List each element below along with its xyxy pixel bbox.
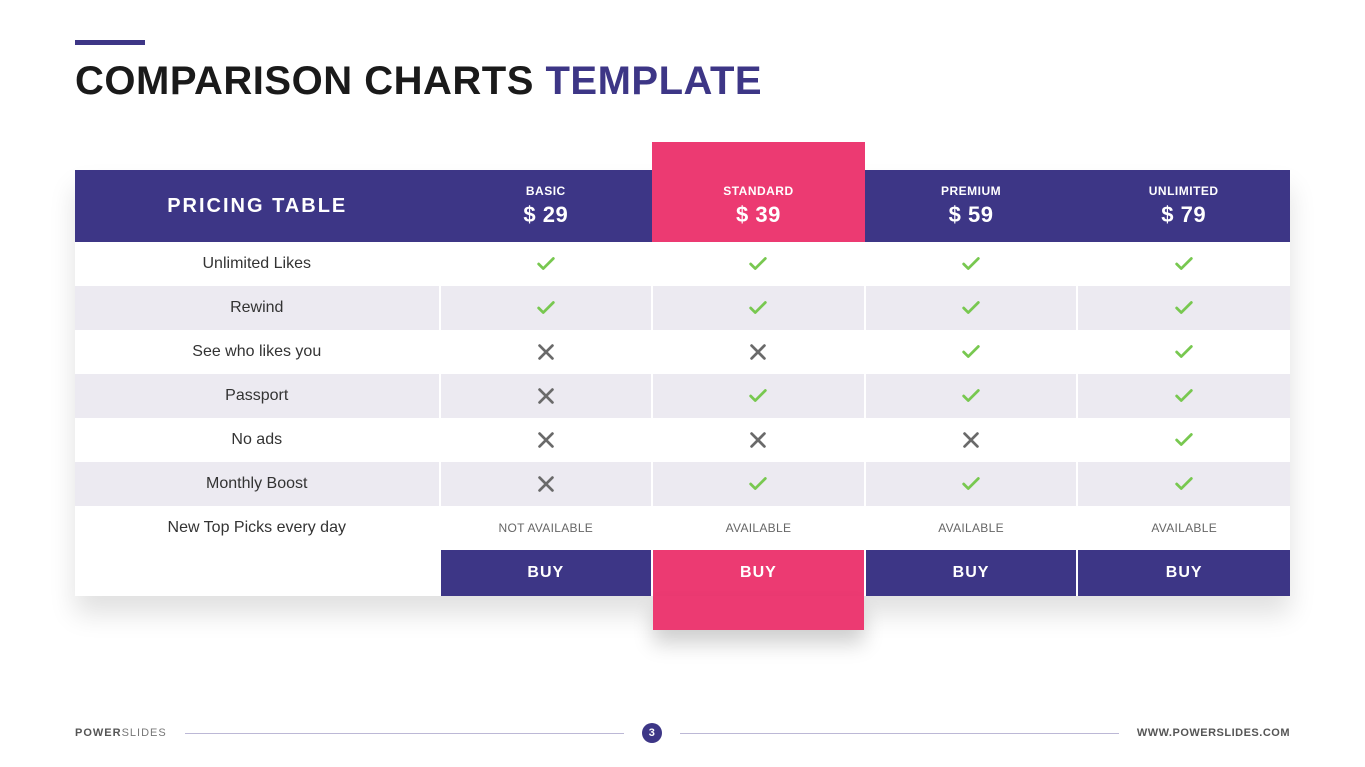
feature-cell	[1077, 286, 1290, 330]
feature-cell	[652, 418, 865, 462]
check-icon	[960, 341, 982, 363]
feature-cell	[440, 374, 653, 418]
feature-label: Unlimited Likes	[75, 242, 440, 286]
feature-cell	[652, 462, 865, 506]
slide-footer: POWERSLIDES 3 WWW.POWERSLIDES.COM	[0, 723, 1365, 743]
table-row: Passport	[75, 374, 1290, 418]
check-icon	[1173, 473, 1195, 495]
table-row: See who likes you	[75, 330, 1290, 374]
plan-name-standard: STANDARD	[660, 184, 857, 198]
feature-cell	[652, 286, 865, 330]
page-title: COMPARISON CHARTS TEMPLATE	[75, 59, 1290, 104]
plan-price-premium: $ 59	[873, 202, 1070, 228]
footer-divider-left	[185, 733, 624, 734]
plan-header-basic: BASIC $ 29	[440, 170, 653, 242]
check-icon	[960, 253, 982, 275]
buy-button-standard[interactable]: BUY	[652, 550, 865, 596]
table-row: Monthly Boost	[75, 462, 1290, 506]
feature-cell: NOT AVAILABLE	[440, 506, 653, 550]
feature-cell	[440, 330, 653, 374]
feature-cell	[440, 242, 653, 286]
feature-cell	[865, 330, 1078, 374]
feature-cell	[440, 286, 653, 330]
plan-price-basic: $ 29	[448, 202, 645, 228]
check-icon	[960, 385, 982, 407]
buy-button-unlimited[interactable]: BUY	[1077, 550, 1290, 596]
feature-label: Rewind	[75, 286, 440, 330]
footer-brand: POWERSLIDES	[75, 727, 167, 739]
pricing-table-wrap: PRICING TABLE BASIC $ 29 STANDARD $ 39 P…	[75, 142, 1290, 630]
buy-button-basic[interactable]: BUY	[440, 550, 653, 596]
page-number: 3	[642, 723, 662, 743]
check-icon	[535, 253, 557, 275]
check-icon	[960, 473, 982, 495]
buy-button-premium[interactable]: BUY	[865, 550, 1078, 596]
cross-icon	[747, 429, 769, 451]
check-icon	[747, 473, 769, 495]
plan-name-basic: BASIC	[448, 184, 645, 198]
footer-divider-right	[680, 733, 1119, 734]
cross-icon	[535, 385, 557, 407]
plan-price-standard: $ 39	[660, 202, 857, 228]
feature-label: No ads	[75, 418, 440, 462]
feature-cell	[440, 418, 653, 462]
cross-icon	[535, 341, 557, 363]
pricing-table: PRICING TABLE BASIC $ 29 STANDARD $ 39 P…	[75, 170, 1290, 596]
plan-name-premium: PREMIUM	[873, 184, 1070, 198]
check-icon	[747, 253, 769, 275]
feature-cell	[865, 418, 1078, 462]
feature-cell	[865, 242, 1078, 286]
feature-cell: AVAILABLE	[1077, 506, 1290, 550]
feature-cell	[1077, 462, 1290, 506]
feature-cell	[1077, 374, 1290, 418]
feature-cell	[865, 462, 1078, 506]
cross-icon	[747, 341, 769, 363]
cross-icon	[535, 429, 557, 451]
title-accent-bar	[75, 40, 145, 45]
plan-header-standard: STANDARD $ 39	[652, 170, 865, 242]
feature-label: See who likes you	[75, 330, 440, 374]
feature-cell	[652, 330, 865, 374]
footer-url: WWW.POWERSLIDES.COM	[1137, 727, 1290, 739]
plan-price-unlimited: $ 79	[1085, 202, 1282, 228]
plan-header-unlimited: UNLIMITED $ 79	[1077, 170, 1290, 242]
cross-icon	[960, 429, 982, 451]
check-icon	[1173, 429, 1195, 451]
check-icon	[1173, 297, 1195, 319]
feature-cell	[865, 286, 1078, 330]
feature-cell	[652, 242, 865, 286]
plan-name-unlimited: UNLIMITED	[1085, 184, 1282, 198]
table-row: No ads	[75, 418, 1290, 462]
check-icon	[1173, 385, 1195, 407]
feature-cell	[865, 374, 1078, 418]
feature-label: New Top Picks every day	[75, 506, 440, 550]
feature-label: Monthly Boost	[75, 462, 440, 506]
check-icon	[535, 297, 557, 319]
check-icon	[747, 297, 769, 319]
buy-row-spacer	[75, 550, 440, 596]
footer-brand-light: SLIDES	[122, 727, 167, 739]
feature-cell	[1077, 418, 1290, 462]
pricing-table-heading: PRICING TABLE	[75, 170, 440, 242]
title-part2: TEMPLATE	[545, 59, 762, 103]
title-part1: COMPARISON CHARTS	[75, 59, 545, 103]
feature-cell	[652, 374, 865, 418]
table-row: New Top Picks every dayNOT AVAILABLEAVAI…	[75, 506, 1290, 550]
feature-label: Passport	[75, 374, 440, 418]
cross-icon	[535, 473, 557, 495]
feature-cell: AVAILABLE	[652, 506, 865, 550]
check-icon	[960, 297, 982, 319]
feature-cell: AVAILABLE	[865, 506, 1078, 550]
table-row: Rewind	[75, 286, 1290, 330]
feature-cell	[1077, 242, 1290, 286]
feature-cell	[440, 462, 653, 506]
feature-cell	[1077, 330, 1290, 374]
table-row: Unlimited Likes	[75, 242, 1290, 286]
check-icon	[1173, 253, 1195, 275]
footer-brand-bold: POWER	[75, 727, 122, 739]
check-icon	[1173, 341, 1195, 363]
check-icon	[747, 385, 769, 407]
plan-header-premium: PREMIUM $ 59	[865, 170, 1078, 242]
